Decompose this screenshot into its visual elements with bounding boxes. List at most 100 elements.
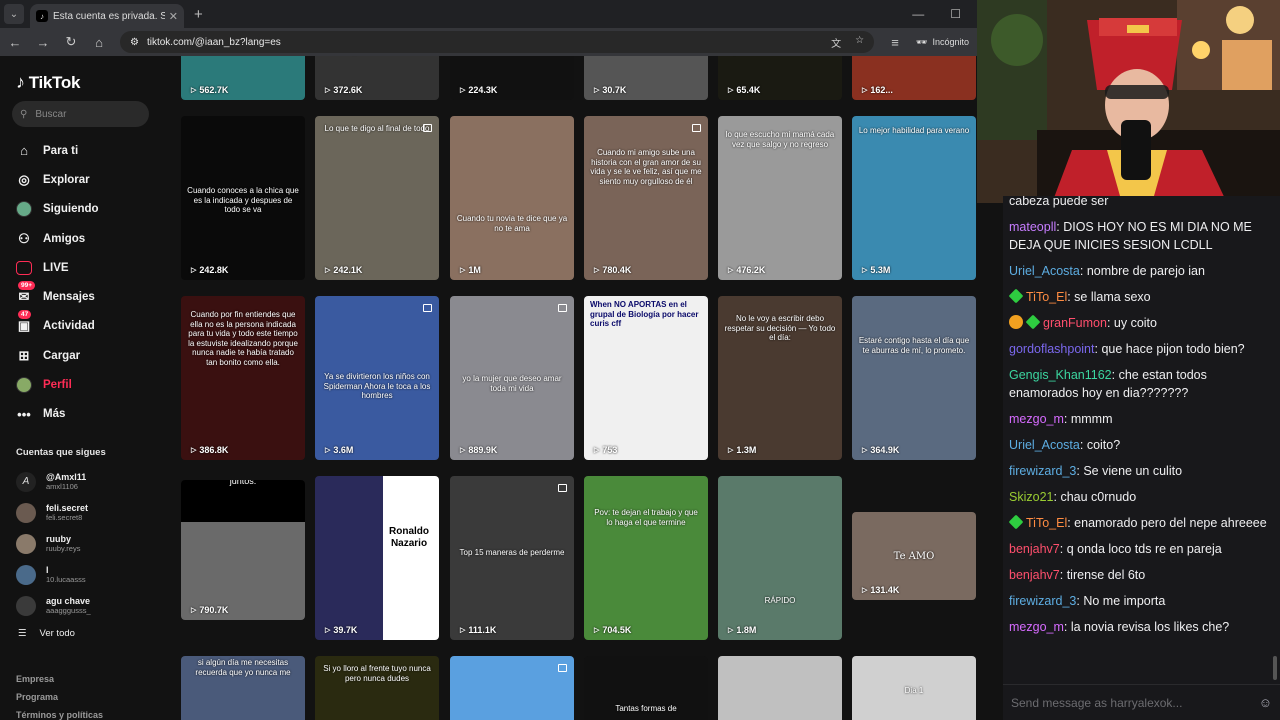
video-thumbnail[interactable]: Ronaldo Nazario ▷ 39.7K — [315, 476, 439, 640]
video-thumbnail[interactable]: Lo que te digo al final de todo ▷ 242.1K — [315, 116, 439, 280]
chat-username[interactable]: firewizard_3 — [1009, 594, 1076, 608]
nav-item-cargar[interactable]: ⊞ Cargar — [16, 341, 161, 370]
video-thumbnail[interactable]: Si yo lloro al frente tuyo nunca pero nu… — [315, 656, 439, 720]
search-input[interactable]: ⚲ Buscar — [12, 101, 149, 127]
chat-username[interactable]: mezgo_m — [1009, 412, 1064, 426]
notification-badge: 99+ — [18, 281, 36, 291]
video-thumbnail[interactable]: ▷ 162... — [852, 56, 976, 100]
video-thumbnail[interactable]: Estaré contigo hasta el día que te aburr… — [852, 296, 976, 460]
see-all-button[interactable]: ☰ Ver todo — [18, 628, 75, 639]
chat-username[interactable]: Uriel_Acosta — [1009, 438, 1080, 452]
followed-account[interactable]: ruuby ruuby.reys — [16, 528, 156, 559]
url-field[interactable]: ⚙ tiktok.com/@iaan_bz?lang=es 文 ☆ — [120, 31, 875, 53]
video-thumbnail[interactable]: No le voy a escribir debo respetar su de… — [718, 296, 842, 460]
video-thumbnail[interactable]: ya no es mas▷372.6K — [315, 56, 439, 100]
nav-item-perfil[interactable]: Perfil — [16, 370, 161, 399]
chat-scrollbar[interactable] — [1273, 656, 1277, 680]
chat-username[interactable]: TiTo_El — [1026, 516, 1067, 530]
bookmark-star-icon[interactable]: ☆ — [855, 35, 864, 50]
footer-link-terminos[interactable]: Términos y políticas — [16, 706, 103, 720]
video-thumbnail[interactable]: Top 15 maneras de perderme ▷ 111.1K — [450, 476, 574, 640]
chat-username[interactable]: Uriel_Acosta — [1009, 264, 1080, 278]
video-thumbnail[interactable]: Cuando por fin entiendes que ella no es … — [181, 296, 305, 460]
video-thumbnail[interactable]: RÁPIDO ▷ 1.8M — [718, 476, 842, 640]
view-count: ▷ 5.3M — [862, 265, 890, 275]
chat-username[interactable]: TiTo_El — [1026, 290, 1067, 304]
back-icon[interactable]: ← — [8, 35, 22, 50]
video-thumbnail[interactable]: Tantas formas de — [584, 656, 708, 720]
followed-account[interactable]: A @Amxl11 amxl1106 — [16, 466, 156, 497]
compass-icon: ◎ — [18, 171, 30, 187]
reading-list-icon[interactable]: ≡ — [888, 35, 902, 50]
account-handle: ruuby.reys — [46, 544, 81, 553]
emoji-icon[interactable]: ☺ — [1259, 695, 1272, 710]
view-count-value: 39.7K — [333, 625, 358, 635]
video-thumbnail[interactable]: ▷ 30.7K — [584, 56, 708, 100]
video-caption: Cuando por fin entiendes que ella no es … — [188, 310, 298, 367]
close-tab-icon[interactable]: ✕ — [169, 10, 178, 23]
video-thumbnail[interactable]: Cuando conoces a la chica que es la indi… — [181, 116, 305, 280]
home-button-icon[interactable]: ⌂ — [92, 35, 106, 50]
video-thumbnail[interactable]: yo la mujer que deseo amar toda mi vida ▷… — [450, 296, 574, 460]
video-thumbnail[interactable]: ▷ 562.7K — [181, 56, 305, 100]
video-thumbnail[interactable] — [450, 656, 574, 720]
video-caption: Estaré contigo hasta el día que te aburr… — [858, 336, 970, 355]
chat-username[interactable]: Gengis_Khan1162 — [1009, 368, 1112, 382]
screen: ⌄ ♪ Esta cuenta es privada. Sigue es ✕ +… — [0, 0, 1280, 720]
browser-tab[interactable]: ♪ Esta cuenta es privada. Sigue es ✕ — [30, 4, 184, 28]
footer-link-empresa[interactable]: Empresa — [16, 670, 103, 688]
incognito-indicator[interactable]: 🕶 Incógnito — [916, 37, 969, 48]
video-thumbnail[interactable] — [718, 656, 842, 720]
play-icon: ▷ — [460, 267, 466, 274]
play-icon: ▷ — [594, 87, 600, 94]
chat-username[interactable]: benjahv7 — [1009, 568, 1060, 582]
video-thumbnail[interactable]: si algún día me necesitas recuerda que y… — [181, 656, 305, 720]
video-thumbnail[interactable]: cerca de serio▷224.3K — [450, 56, 574, 100]
chat-input[interactable]: Send message as harryalexok... ☺ — [1003, 684, 1280, 720]
play-icon: ▷ — [862, 87, 868, 94]
nav-item-explorar[interactable]: ◎ Explorar — [16, 165, 161, 194]
video-thumbnail[interactable]: para volver a ser un ratito.▷65.4K — [718, 56, 842, 100]
chat-username[interactable]: Skizo21 — [1009, 490, 1053, 504]
chat-username[interactable]: gordoflashpoint — [1009, 342, 1094, 356]
chat-username[interactable]: mateopll — [1009, 220, 1056, 234]
nav-item-ms[interactable]: ••• Más — [16, 400, 161, 429]
nav-item-parati[interactable]: ⌂ Para ti — [16, 136, 161, 165]
followed-account[interactable]: l 10.lucaasss — [16, 559, 156, 590]
maximize-icon[interactable]: ☐ — [950, 7, 961, 21]
video-thumbnail[interactable]: lo que escucho mi mamá cada vez que salg… — [718, 116, 842, 280]
followed-account[interactable]: agu chave aaagggusss_ — [16, 590, 156, 621]
video-thumbnail[interactable]: When NO APORTAS en el grupal de Biología… — [584, 296, 708, 460]
footer-link-programa[interactable]: Programa — [16, 688, 103, 706]
video-thumbnail[interactable]: Ya se divirtieron los niños con Spiderma… — [315, 296, 439, 460]
nav-item-actividad[interactable]: ▣ 47 Actividad — [16, 310, 161, 341]
chat-username[interactable]: firewizard_3 — [1009, 464, 1076, 478]
nav-item-live[interactable]: LIVE — [16, 253, 161, 282]
minimize-icon[interactable]: — — [912, 7, 924, 21]
video-caption: Cuando estás en el funeral de tu amigo y… — [229, 480, 257, 486]
tiktok-note-icon: ♪ — [16, 72, 25, 92]
nav-item-mensajes[interactable]: ✉ 99+ Mensajes — [16, 281, 161, 311]
reload-icon[interactable]: ↻ — [64, 34, 78, 50]
chat-message: TiTo_El: se llama sexo — [1008, 284, 1269, 310]
translate-icon[interactable]: 文 — [831, 35, 841, 50]
video-thumbnail[interactable]: Cuando mi amigo sube una historia con el… — [584, 116, 708, 280]
video-thumbnail[interactable]: Dia 1 — [852, 656, 976, 720]
video-thumbnail[interactable]: Pov: te dejan el trabajo y que lo haga e… — [584, 476, 708, 640]
nav-item-amigos[interactable]: ⚇ Amigos — [16, 224, 161, 253]
sub-badge-icon — [1009, 315, 1023, 329]
new-tab-icon[interactable]: + — [194, 6, 203, 23]
video-thumbnail[interactable]: Lo mejor habilidad para verano ▷ 5.3M — [852, 116, 976, 280]
video-thumbnail[interactable]: Te AMO ▷ 131.4K — [852, 512, 976, 600]
followed-account[interactable]: feli.secret feli.secret8 — [16, 497, 156, 528]
video-thumbnail[interactable]: Cuando estás en el funeral de tu amigo y… — [181, 480, 305, 620]
video-thumbnail[interactable]: Cuando tu novia te dice que ya no te ama… — [450, 116, 574, 280]
forward-icon[interactable]: → — [36, 35, 50, 50]
tiktok-logo[interactable]: ♪ TikTok — [16, 72, 80, 93]
chat-username[interactable]: mezgo_m — [1009, 620, 1064, 634]
tab-search-icon[interactable]: ⌄ — [4, 4, 24, 24]
site-info-icon[interactable]: ⚙ — [130, 37, 139, 48]
chat-username[interactable]: granFumon — [1043, 316, 1107, 330]
nav-item-siguiendo[interactable]: Siguiendo — [16, 195, 161, 224]
chat-username[interactable]: benjahv7 — [1009, 542, 1060, 556]
